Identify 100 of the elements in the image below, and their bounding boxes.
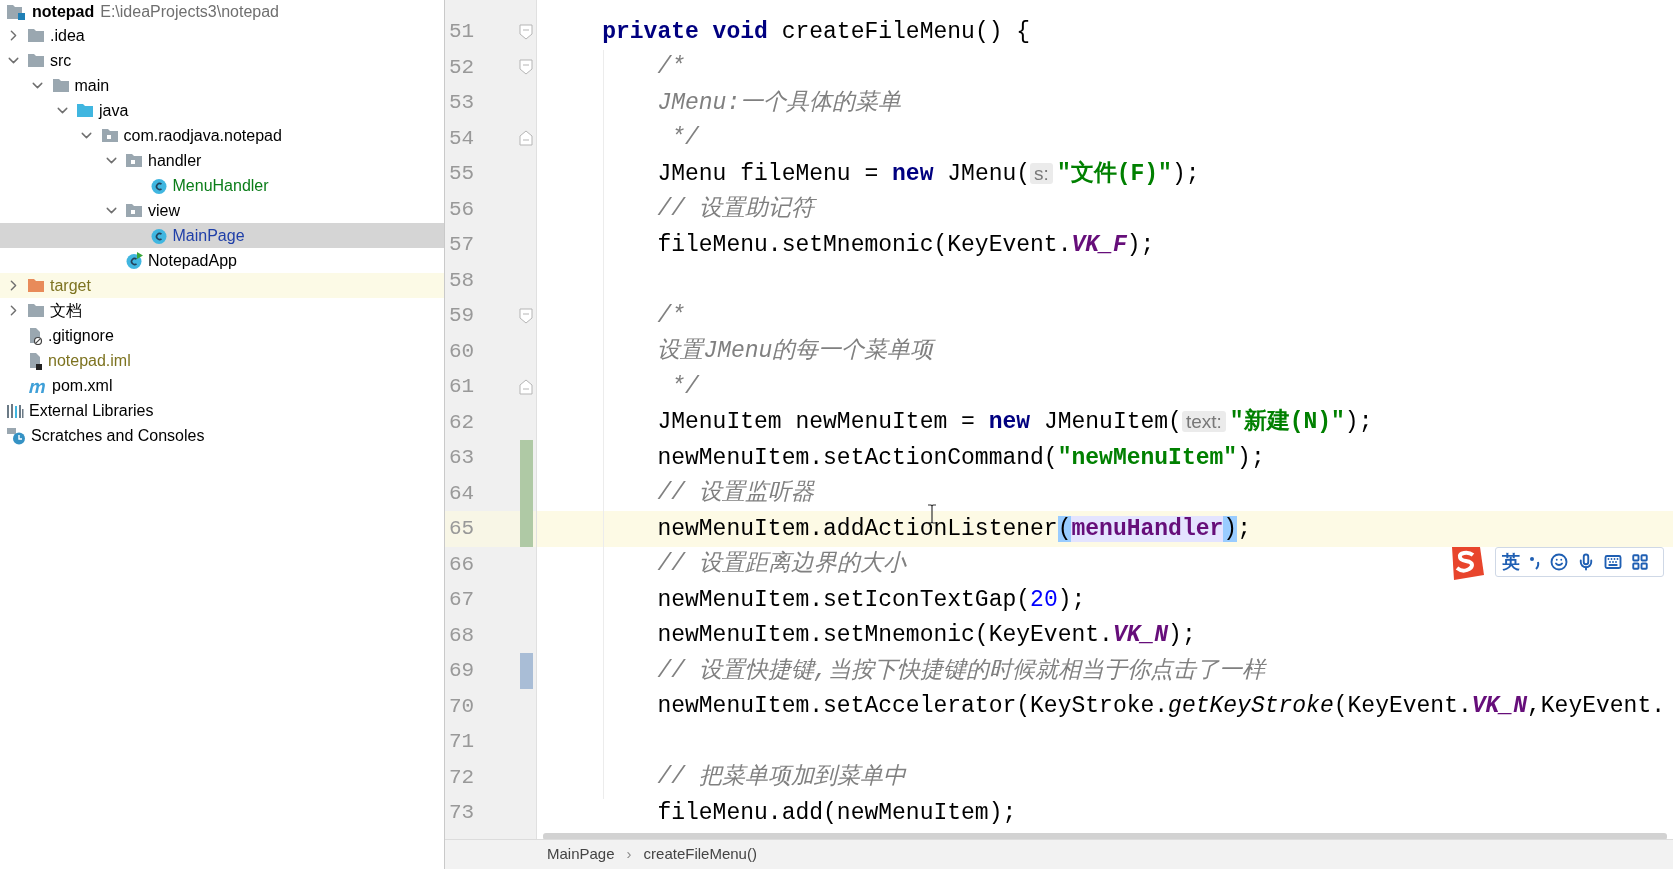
line-number: 67 [448, 587, 476, 613]
tree-item-label: pom.xml [52, 375, 113, 396]
folder-icon [27, 53, 45, 68]
emoji-icon[interactable] [1550, 553, 1568, 571]
line-number: 69 [448, 658, 476, 684]
line-number: 66 [448, 551, 476, 578]
code-line: // 设置快捷键,当按下快捷键的时候就相当于你点击了一样 [656, 656, 1265, 686]
tree-item[interactable]: target [0, 273, 444, 298]
line-number: 61 [448, 374, 476, 400]
grid-icon[interactable] [1631, 553, 1649, 571]
tree-item-label: src [50, 50, 72, 71]
tree-item[interactable]: Scratches and Consoles [0, 423, 444, 448]
libraries-icon [6, 402, 24, 419]
tree-item-label: External Libraries [29, 400, 154, 421]
fold-marker-icon[interactable] [519, 307, 534, 324]
scratches-clock-icon [6, 426, 26, 445]
code-line: 设置JMenu的每一个菜单项 [656, 337, 934, 366]
code-line: JMenu:一个具体的菜单 [656, 88, 902, 118]
code-line: newMenuItem.setActionCommand("newMenuItem"); [656, 443, 1265, 473]
tree-item-label: java [99, 100, 129, 121]
tree-item-label: handler [148, 150, 202, 171]
line-number: 59 [448, 303, 476, 329]
tree-item-label: main [74, 75, 110, 96]
class-icon [149, 226, 168, 245]
punctuation-icon[interactable] [1529, 554, 1541, 570]
code-line: fileMenu.add(newMenuItem); [656, 798, 1017, 828]
code-line: newMenuItem.addActionListener(menuHandler); [656, 514, 1251, 544]
line-number: 70 [448, 693, 476, 720]
line-number: 57 [448, 232, 476, 258]
code-line: // 设置监听器 [656, 479, 814, 508]
tree-item[interactable]: java [0, 98, 444, 123]
line-number: 71 [448, 729, 476, 755]
code-line: newMenuItem.setAccelerator(KeyStroke.getKeyStroke(KeyEvent.VK_N,KeyEvent. [656, 692, 1665, 721]
tree-item-label: MenuHandler [172, 175, 269, 196]
tree-item[interactable]: 文档 [0, 298, 444, 323]
package-folder-icon [125, 203, 143, 218]
fold-marker-icon[interactable] [519, 59, 534, 76]
tree-item[interactable]: main [0, 73, 444, 98]
code-line: newMenuItem.setMnemonic(KeyEvent.VK_N); [656, 621, 1196, 650]
line-number: 65 [448, 516, 476, 542]
tree-item-label: .gitignore [48, 325, 114, 346]
project-name: notepad [32, 1, 95, 22]
code-line: // 把菜单项加到菜单中 [656, 763, 906, 792]
code-line: private void createFileMenu() { [601, 17, 1031, 47]
tree-item-label: com.raodjava.notepad [123, 125, 282, 146]
ignore-file-icon [27, 326, 43, 345]
fold-marker-icon[interactable] [519, 130, 534, 147]
tree-item-label: Scratches and Consoles [31, 425, 205, 446]
code-line: JMenuItem newMenuItem = new JMenuItem( text: "新建(N)"); [656, 407, 1373, 437]
keyboard-icon[interactable] [1604, 553, 1622, 571]
microphone-icon[interactable] [1577, 553, 1595, 571]
breadcrumb-separator: › [626, 844, 632, 865]
code-line: newMenuItem.setIconTextGap(20); [656, 585, 1086, 615]
breadcrumb[interactable]: createFileMenu() [643, 843, 757, 866]
tree-item-label: target [50, 275, 91, 296]
tree-item[interactable]: External Libraries [0, 398, 444, 423]
tree-item[interactable]: MenuHandler [0, 173, 444, 198]
ime-language[interactable]: 英 [1502, 548, 1520, 576]
tree-item[interactable]: NotepadApp [0, 248, 444, 273]
code-line: /* [656, 53, 685, 82]
code-line: */ [670, 124, 699, 153]
package-folder-icon [100, 128, 119, 143]
line-number: 55 [448, 161, 476, 187]
breadcrumb[interactable]: MainPage [547, 843, 615, 866]
tree-item[interactable]: MainPage [0, 223, 444, 248]
line-number: 62 [448, 409, 476, 436]
code-line: fileMenu.setMnemonic(KeyEvent.VK_F); [656, 230, 1155, 260]
line-number: 56 [448, 196, 476, 223]
run-class-icon [125, 251, 143, 270]
line-number: 53 [448, 90, 476, 116]
tree-item-label: MainPage [172, 225, 245, 246]
line-number: 73 [448, 800, 476, 826]
code-line: // 设置距离边界的大小 [656, 549, 906, 579]
fold-marker-icon[interactable] [519, 23, 534, 40]
line-number: 58 [448, 267, 476, 294]
line-number: 54 [448, 125, 476, 152]
tree-item[interactable]: view [0, 198, 444, 223]
tree-item[interactable]: .idea [0, 23, 444, 48]
tree-item[interactable]: com.raodjava.notepad [0, 123, 444, 148]
tree-item[interactable]: pom.xml [0, 373, 444, 398]
module-file-icon [27, 351, 43, 370]
folder-icon [27, 278, 45, 293]
line-number: 64 [448, 480, 476, 507]
folder-icon [51, 78, 70, 93]
horizontal-scrollbar[interactable] [543, 832, 1667, 839]
project-path: E:\ideaProjects3\notepad [100, 1, 279, 22]
tree-item[interactable]: handler [0, 148, 444, 173]
line-number: 60 [448, 338, 476, 365]
folder-icon [76, 103, 94, 118]
tree-item[interactable]: src [0, 48, 444, 73]
tree-item[interactable]: .gitignore [0, 323, 444, 348]
tree-item[interactable]: notepad.iml [0, 348, 444, 373]
code-line: /* [656, 301, 685, 331]
line-number: 51 [448, 19, 476, 45]
line-number: 63 [448, 445, 476, 471]
line-number: 68 [448, 622, 476, 649]
project-folder-icon [6, 2, 26, 21]
class-icon [149, 176, 168, 195]
fold-marker-icon[interactable] [519, 378, 534, 395]
line-number: 52 [448, 54, 476, 81]
